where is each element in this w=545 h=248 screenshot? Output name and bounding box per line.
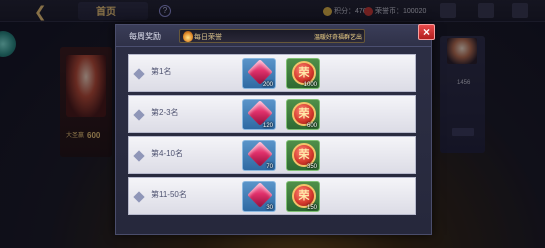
reward-row: 第4-10名 70 荣 350 xyxy=(128,136,416,174)
rank-label: 第11-50名 xyxy=(151,190,187,199)
row-bullet-icon xyxy=(133,191,145,203)
gem-reward[interactable]: 30 xyxy=(242,181,276,212)
honor-coin-reward[interactable]: 荣 150 xyxy=(286,181,320,212)
row-bullet-icon xyxy=(133,109,145,121)
rank-label: 第2-3名 xyxy=(151,108,179,117)
reward-row: 第2-3名 120 荣 600 xyxy=(128,95,416,133)
weekly-reward-dialog: 每周奖励 每日荣誉 温暖好奇福群艺出 × 第1名 200 荣 1000 第2-3… xyxy=(115,24,435,235)
dialog-header: 每周奖励 每日荣誉 温暖好奇福群艺出 × xyxy=(116,24,435,47)
reward-row: 第1名 200 荣 1000 xyxy=(128,54,416,92)
coin-quantity: 150 xyxy=(306,205,317,211)
row-bullet-icon xyxy=(133,150,145,162)
gem-quantity: 70 xyxy=(266,164,273,170)
reward-row: 第11-50名 30 荣 150 xyxy=(128,177,416,215)
gem-icon xyxy=(247,59,273,85)
coin-quantity: 350 xyxy=(306,164,317,170)
gem-quantity: 200 xyxy=(262,82,273,88)
gem-quantity: 30 xyxy=(266,205,273,211)
gem-icon xyxy=(247,182,273,208)
row-bullet-icon xyxy=(133,68,145,80)
coin-quantity: 600 xyxy=(306,123,317,129)
tab-daily-honor-label: 每日荣誉 xyxy=(194,34,222,41)
rank-label: 第4-10名 xyxy=(151,149,184,158)
gem-icon xyxy=(247,141,273,167)
gem-icon xyxy=(247,100,273,126)
gem-reward[interactable]: 200 xyxy=(242,58,276,89)
tab-daily-honor[interactable]: 每日荣誉 温暖好奇福群艺出 xyxy=(179,29,365,43)
honor-coin-reward[interactable]: 荣 1000 xyxy=(286,58,320,89)
gem-reward[interactable]: 120 xyxy=(242,99,276,130)
dialog-title: 每周奖励 xyxy=(129,32,161,41)
tab-description: 温暖好奇福群艺出 xyxy=(314,35,363,41)
coin-quantity: 1000 xyxy=(303,82,317,88)
gem-reward[interactable]: 70 xyxy=(242,140,276,171)
close-button[interactable]: × xyxy=(418,24,435,40)
flame-icon xyxy=(183,31,193,42)
honor-coin-reward[interactable]: 荣 350 xyxy=(286,140,320,171)
gem-quantity: 120 xyxy=(262,123,273,129)
rank-label: 第1名 xyxy=(151,67,172,76)
honor-coin-reward[interactable]: 荣 600 xyxy=(286,99,320,130)
